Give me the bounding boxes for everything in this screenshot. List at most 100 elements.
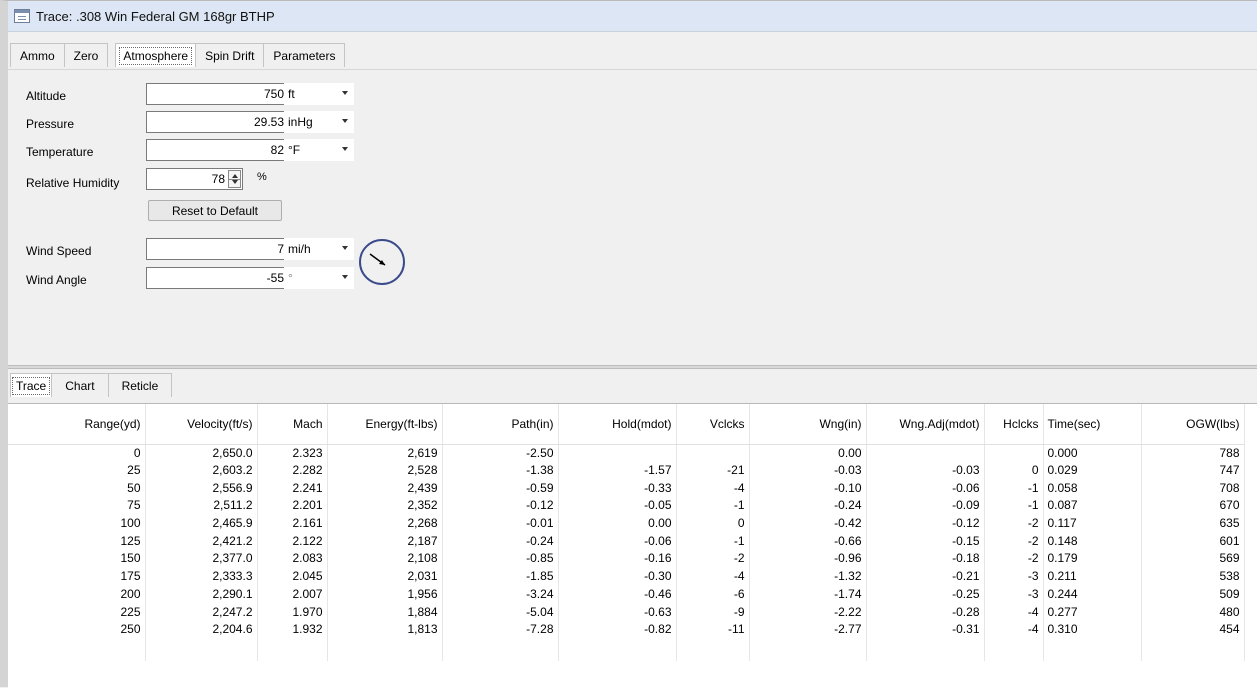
table-cell <box>1141 638 1245 661</box>
tab-zero[interactable]: Zero <box>63 43 109 67</box>
chevron-down-icon <box>342 119 348 123</box>
table-cell <box>749 638 867 661</box>
table-cell: 2,650.0 <box>145 444 258 462</box>
table-cell <box>8 638 146 661</box>
table-cell: 788 <box>1141 444 1245 462</box>
column-header[interactable]: Wng(in) <box>749 404 867 445</box>
table-cell: -0.66 <box>749 532 867 551</box>
tab-spin-drift[interactable]: Spin Drift <box>195 43 265 67</box>
table-cell: 2.241 <box>257 479 328 498</box>
tab-parameters[interactable]: Parameters <box>263 43 346 67</box>
table-row[interactable]: 50 2,556.9 2.241 2,439 -0.59 -0.33 -4 -0.10 -0.0… <box>8 479 1245 498</box>
column-header[interactable]: Velocity(ft/s) <box>145 404 258 445</box>
table-cell <box>442 638 559 661</box>
table-cell <box>676 444 750 462</box>
table-cell: 2,187 <box>327 532 443 551</box>
column-header[interactable]: Vclcks <box>676 404 750 445</box>
table-cell: 2,421.2 <box>145 532 258 551</box>
column-header[interactable]: Wng.Adj(mdot) <box>866 404 985 445</box>
wind-direction-dial[interactable] <box>359 239 405 285</box>
tab-reticle[interactable]: Reticle <box>107 373 173 397</box>
column-header[interactable]: OGW(lbs) <box>1141 404 1245 445</box>
wind-angle-unit-select[interactable]: ° <box>284 267 354 289</box>
top-tabstrip: Ammo Zero Atmosphere Spin Drift Paramete… <box>10 43 346 67</box>
tab-chart[interactable]: Chart <box>51 373 109 397</box>
tab-trace[interactable]: Trace <box>10 373 53 397</box>
chevron-down-icon <box>342 275 348 279</box>
table-row[interactable]: 75 2,511.2 2.201 2,352 -0.12 -0.05 -1 -0.24 -0.0… <box>8 497 1245 515</box>
wind-angle-field[interactable]: -55 <box>146 267 288 289</box>
table-row[interactable]: 175 2,333.3 2.045 2,031 -1.85 -0.30 -4 -1.32 -0.… <box>8 567 1245 586</box>
table-cell: -1 <box>984 497 1044 515</box>
table-cell: 0.277 <box>1043 603 1142 621</box>
table-cell: 1,956 <box>327 585 443 604</box>
table-cell: -1.32 <box>749 567 867 586</box>
chevron-down-icon <box>342 91 348 95</box>
table-cell: -3.24 <box>442 585 559 604</box>
wind-speed-unit-select[interactable]: mi/h <box>284 238 354 260</box>
table-cell: -2.22 <box>749 603 867 621</box>
table-row[interactable]: 0 2,650.0 2.323 2,619 -2.50 0.00 0.000 788 <box>8 444 1245 462</box>
temperature-unit-value: °F <box>288 143 301 157</box>
table-cell: -0.82 <box>558 620 677 639</box>
humidity-unit: % <box>257 171 267 183</box>
table-cell: -1 <box>676 497 750 515</box>
pressure-unit-value: inHg <box>288 115 313 129</box>
pressure-unit-select[interactable]: inHg <box>284 111 354 133</box>
table-cell: 100 <box>8 514 146 533</box>
table-cell: -0.46 <box>558 585 677 604</box>
table-cell: 0.148 <box>1043 532 1142 551</box>
table-cell: 2.323 <box>257 444 328 462</box>
table-cell: -3 <box>984 585 1044 604</box>
table-cell: 2,333.3 <box>145 567 258 586</box>
table-row[interactable]: 200 2,290.1 2.007 1,956 -3.24 -0.46 -6 -1.74 -0.… <box>8 585 1245 604</box>
table-cell: -5.04 <box>442 603 559 621</box>
table-cell: 1,813 <box>327 620 443 639</box>
table-cell <box>257 638 328 661</box>
pressure-field[interactable]: 29.53 <box>146 111 288 133</box>
splitter[interactable] <box>8 365 1257 369</box>
table-cell <box>1043 638 1142 661</box>
table-row[interactable]: 250 2,204.6 1.932 1,813 -7.28 -0.82 -11 -2.77 -0… <box>8 620 1245 639</box>
table-cell: -0.10 <box>749 479 867 498</box>
table-cell: -0.03 <box>866 461 985 480</box>
table-cell: -2 <box>984 532 1044 551</box>
temperature-field[interactable]: 82 <box>146 139 288 161</box>
column-header[interactable]: Path(in) <box>442 404 559 445</box>
table-cell: 0 <box>984 461 1044 480</box>
altitude-field[interactable]: 750 <box>146 83 288 105</box>
column-header[interactable]: Energy(ft-lbs) <box>327 404 443 445</box>
column-header[interactable]: Range(yd) <box>8 404 146 445</box>
table-cell: 1.970 <box>257 603 328 621</box>
table-row[interactable]: 25 2,603.2 2.282 2,528 -1.38 -1.57 -21 -0.03 -0.… <box>8 461 1245 480</box>
column-header[interactable]: Hclcks <box>984 404 1044 445</box>
table-row[interactable]: 150 2,377.0 2.083 2,108 -0.85 -0.16 -2 -0.96 -0.… <box>8 550 1245 568</box>
table-cell: -0.12 <box>866 514 985 533</box>
table-cell: -0.59 <box>442 479 559 498</box>
table-row[interactable]: 100 2,465.9 2.161 2,268 -0.01 0.00 0 -0.42 -0.12… <box>8 514 1245 533</box>
table-cell: -0.21 <box>866 567 985 586</box>
table-cell <box>676 638 750 661</box>
humidity-spinner[interactable] <box>228 170 241 188</box>
table-cell: 2,511.2 <box>145 497 258 515</box>
table-cell: 569 <box>1141 550 1245 568</box>
wind-speed-field[interactable]: 7 <box>146 238 288 260</box>
table-row[interactable]: 225 2,247.2 1.970 1,884 -5.04 -0.63 -9 -2.22 -0.… <box>8 603 1245 621</box>
temperature-unit-select[interactable]: °F <box>284 139 354 161</box>
title-bar[interactable]: Trace: .308 Win Federal GM 168gr BTHP <box>8 1 1257 32</box>
column-header[interactable]: Time(sec) <box>1043 404 1142 445</box>
table-header-row: Range(yd) Velocity(ft/s) Mach Energy(ft-… <box>8 404 1245 445</box>
column-header[interactable]: Mach <box>257 404 328 445</box>
table-cell: 670 <box>1141 497 1245 515</box>
table-cell: 2,603.2 <box>145 461 258 480</box>
altitude-unit-select[interactable]: ft <box>284 83 354 105</box>
table-cell <box>327 638 443 661</box>
reset-to-default-button[interactable]: Reset to Default <box>148 200 282 221</box>
table-row[interactable]: 125 2,421.2 2.122 2,187 -0.24 -0.06 -1 -0.66 -0.… <box>8 532 1245 551</box>
column-header[interactable]: Hold(mdot) <box>558 404 677 445</box>
tab-atmosphere[interactable]: Atmosphere <box>115 43 197 67</box>
table-cell: 0.00 <box>558 514 677 533</box>
tab-ammo[interactable]: Ammo <box>10 43 65 67</box>
table-cell: -2.77 <box>749 620 867 639</box>
table-filler-row <box>8 638 1245 661</box>
